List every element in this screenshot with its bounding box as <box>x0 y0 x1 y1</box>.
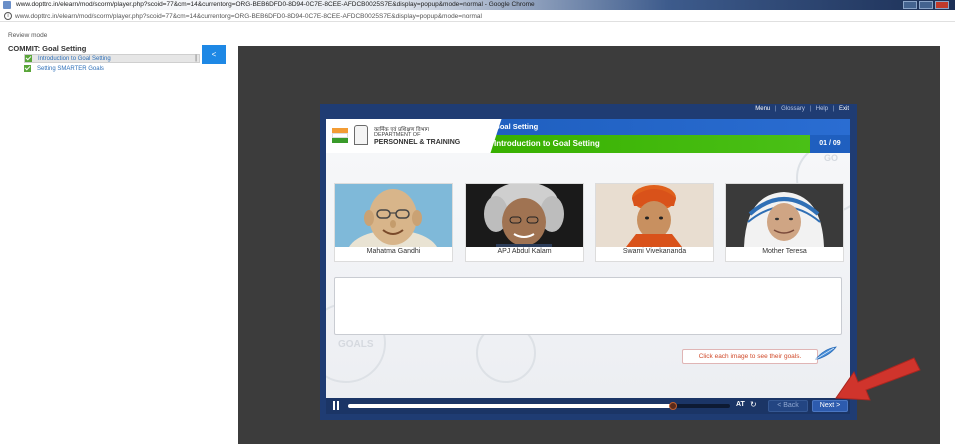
page-title: Introduction to Goal Setting <box>494 139 600 148</box>
gandhi-portrait[interactable] <box>335 184 452 247</box>
nav-separator: | <box>832 106 835 112</box>
vivekananda-portrait[interactable] <box>596 184 713 247</box>
replay-icon[interactable]: ↻ <box>750 400 757 409</box>
menu-link[interactable]: Menu <box>755 106 770 112</box>
progress-bar[interactable] <box>348 402 730 410</box>
maximize-button[interactable] <box>919 1 933 9</box>
kalam-portrait[interactable] <box>466 184 583 247</box>
person-name: Swami Vivekananda <box>622 248 687 255</box>
toc-item-label[interactable]: Setting SMARTER Goals <box>37 66 104 72</box>
nav-separator: | <box>809 106 812 112</box>
section-title: Goal Setting <box>494 122 539 131</box>
text-cursor-icon: | <box>195 55 197 62</box>
course-module-frame: Menu | Glossary | Help | Exit Goal Setti… <box>320 104 857 420</box>
person-card-kalam[interactable]: APJ Abdul Kalam <box>465 183 584 262</box>
review-mode-label: Review mode <box>8 32 48 39</box>
toc-item-introduction[interactable]: Introduction to Goal Setting | <box>24 54 200 63</box>
completed-check-icon <box>24 65 31 72</box>
browser-title-bar: www.dopttrc.in/elearn/mod/scorm/player.p… <box>0 0 955 10</box>
watermark-text: GOALS <box>338 339 374 350</box>
course-toc: COMMIT: Goal Setting Introduction to Goa… <box>8 44 200 73</box>
person-card-vivekananda[interactable]: Swami Vivekananda <box>595 183 714 262</box>
person-name: Mother Teresa <box>762 248 807 255</box>
annotation-arrow-icon <box>830 354 922 404</box>
back-button[interactable]: < Back <box>768 400 808 412</box>
section-title-bar: Goal Setting <box>486 119 850 135</box>
person-card-mother-teresa[interactable]: Mother Teresa <box>725 183 844 262</box>
pause-icon[interactable] <box>332 401 340 411</box>
person-name: Mahatma Gandhi <box>366 248 421 255</box>
address-url[interactable]: www.dopttrc.in/elearn/mod/scorm/player.p… <box>15 11 482 22</box>
glossary-link[interactable]: Glossary <box>781 106 805 112</box>
toc-item-smarter-goals[interactable]: Setting SMARTER Goals <box>24 64 200 73</box>
favicon-icon <box>3 1 11 9</box>
audio-transcript-toggle[interactable]: AT <box>736 401 745 408</box>
module-header: Goal Setting Introduction to Goal Settin… <box>326 119 850 153</box>
site-info-icon[interactable]: i <box>4 12 12 20</box>
window-title: www.dopttrc.in/elearn/mod/scorm/player.p… <box>16 1 535 8</box>
collapse-toc-button[interactable]: < <box>202 45 226 64</box>
address-bar[interactable]: i www.dopttrc.in/elearn/mod/scorm/player… <box>0 11 955 22</box>
module-top-nav: Menu | Glossary | Help | Exit <box>752 106 849 112</box>
course-title: COMMIT: Goal Setting <box>8 44 87 53</box>
module-content: GO GOALS Mahatma Gandhi APJ Abdul Kalam … <box>326 153 850 398</box>
minimize-button[interactable] <box>903 1 917 9</box>
progress-fill <box>348 404 673 408</box>
dopt-logo: कार्मिक एवं प्रशिक्षण विभाग DEPARTMENT O… <box>326 119 486 153</box>
mother-teresa-portrait[interactable] <box>726 184 843 247</box>
toc-item-label[interactable]: Introduction to Goal Setting <box>38 56 111 62</box>
flag-green-stripe <box>332 138 348 143</box>
instruction-hint: Click each image to see their goals. <box>682 349 818 364</box>
page-title-bar: Introduction to Goal Setting <box>486 135 850 153</box>
nav-separator: | <box>774 106 777 112</box>
person-card-gandhi[interactable]: Mahatma Gandhi <box>334 183 453 262</box>
person-name: APJ Abdul Kalam <box>497 248 552 255</box>
window-controls <box>903 1 949 9</box>
exit-link[interactable]: Exit <box>839 106 849 112</box>
national-emblem-icon <box>354 125 368 145</box>
page-counter: 01 / 09 <box>810 135 850 153</box>
logo-name-text: PERSONNEL & TRAINING <box>374 139 461 146</box>
completed-check-icon <box>25 55 32 62</box>
goal-display-box <box>334 277 842 335</box>
player-control-bar: AT ↻ < Back Next > <box>326 398 850 414</box>
logo-dept-text: DEPARTMENT OF <box>374 132 421 138</box>
watermark-text: GO <box>824 153 839 163</box>
help-link[interactable]: Help <box>816 106 828 112</box>
progress-knob[interactable] <box>668 402 677 410</box>
close-window-button[interactable] <box>935 1 949 9</box>
